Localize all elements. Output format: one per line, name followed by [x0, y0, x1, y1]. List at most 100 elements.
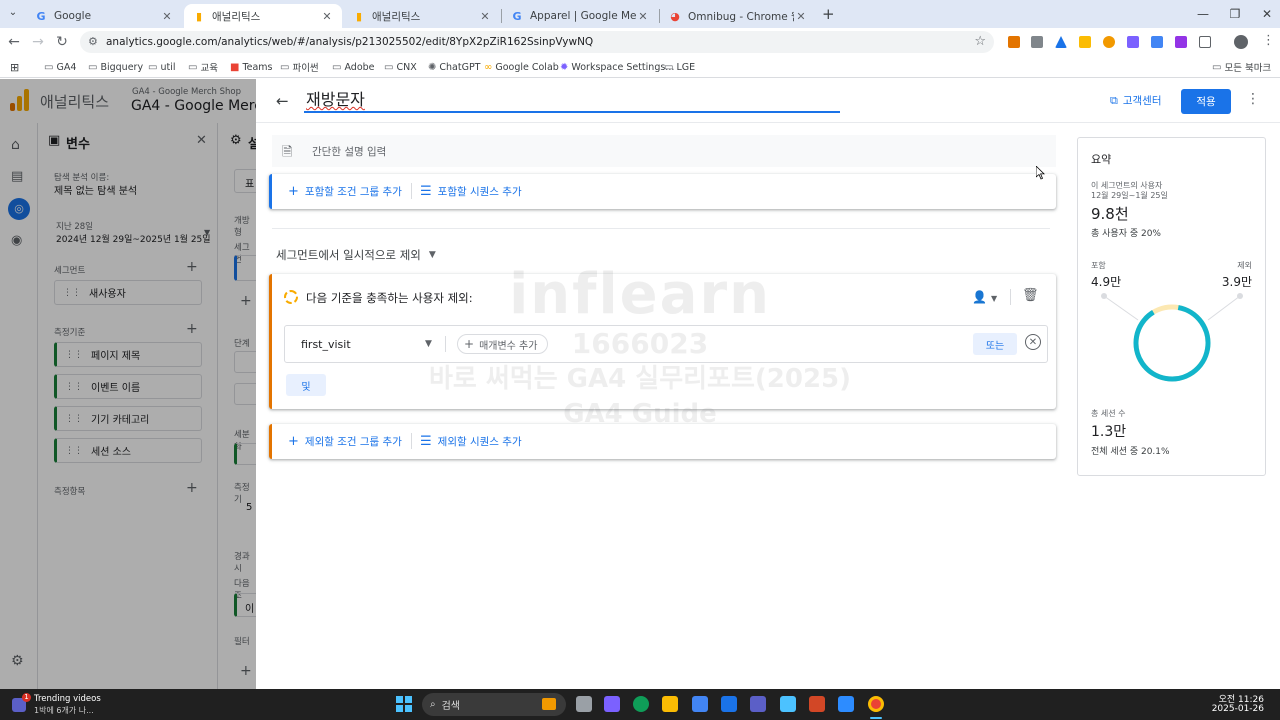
apps-grid-icon[interactable]: ⊞: [10, 59, 19, 75]
extension-icon[interactable]: [1103, 36, 1115, 48]
bookmark-workspace[interactable]: ✹ Workspace Settings...: [560, 59, 674, 75]
google-icon: G: [512, 9, 522, 23]
bookmark-ga4[interactable]: ▭ GA4: [44, 59, 76, 75]
tab-strip: ⌄ G Google ✕ ▮ 애널리틱스 ✕ ▮ 애널리틱스 ✕ G Appar…: [0, 0, 1280, 28]
tab-merch-shop[interactable]: G Apparel | Google Merch Shop ✕: [502, 4, 658, 28]
add-parameter-button[interactable]: + 매개변수 추가: [457, 334, 549, 354]
drive-extension-icon[interactable]: [1055, 36, 1067, 48]
bookmark-colab[interactable]: ∞ Google Colab: [484, 59, 559, 75]
outlook-icon[interactable]: [721, 696, 737, 712]
chrome-menu-icon[interactable]: ⋮: [1262, 33, 1275, 48]
apply-button[interactable]: 적용: [1181, 89, 1231, 114]
bookmark-adobe[interactable]: ▭ Adobe: [332, 59, 375, 75]
extension-icon[interactable]: [1127, 36, 1139, 48]
remove-condition-icon[interactable]: ✕: [1025, 334, 1041, 350]
pinned-app-icon[interactable]: [780, 696, 796, 712]
plus-icon: +: [288, 434, 299, 449]
add-include-group-button[interactable]: + 포함할 조건 그룹 추가: [288, 184, 402, 199]
back-arrow-icon[interactable]: ←: [276, 92, 289, 110]
more-options-icon[interactable]: ⋮: [1246, 91, 1260, 107]
camera-extension-icon[interactable]: [1031, 36, 1043, 48]
address-bar[interactable]: ⚙ analytics.google.com/analytics/web/#/a…: [80, 31, 994, 53]
start-windows-icon[interactable]: [396, 696, 412, 712]
caret-down-icon[interactable]: ▼: [425, 339, 432, 349]
new-tab-button[interactable]: +: [822, 5, 835, 23]
zoom-icon[interactable]: [838, 696, 854, 712]
extension-icon[interactable]: [1151, 36, 1163, 48]
all-bookmarks[interactable]: ▭ 모든 북마크: [1212, 59, 1271, 75]
edge-icon[interactable]: [633, 696, 649, 712]
search-icon: ⌕: [430, 699, 436, 710]
sessions-value: 1.3만: [1091, 424, 1127, 440]
modal-scrim[interactable]: [0, 79, 256, 689]
tab-google[interactable]: G Google ✕: [26, 4, 182, 28]
add-exclude-group-button[interactable]: + 제외할 조건 그룹 추가: [288, 434, 402, 449]
description-input[interactable]: 🗎 간단한 설명 입력: [272, 135, 1056, 167]
back-icon[interactable]: ←: [4, 32, 24, 52]
help-center-link[interactable]: ⧉ 고객센터: [1110, 93, 1162, 108]
news-subtitle: 1박에 6개가 나...: [34, 706, 94, 715]
bookmark-bigquery[interactable]: ▭ Bigquery: [88, 59, 143, 75]
include-conditions-card: + 포함할 조건 그룹 추가 ☰ 포함할 시퀀스 추가: [269, 174, 1056, 209]
profile-avatar[interactable]: [1234, 35, 1248, 49]
bookmark-chatgpt[interactable]: ✺ ChatGPT: [428, 59, 481, 75]
onenote-extension-icon[interactable]: [1175, 36, 1187, 48]
file-explorer-icon[interactable]: [662, 696, 678, 712]
store-icon[interactable]: [692, 696, 708, 712]
tab-analytics-active[interactable]: ▮ 애널리틱스 ✕: [184, 4, 342, 28]
taskview-icon[interactable]: [576, 696, 592, 712]
close-tab-icon[interactable]: ✕: [794, 10, 808, 23]
bookmark-teams[interactable]: ■ Teams: [230, 59, 273, 75]
bookmark-python[interactable]: ▭ 파이썬: [280, 59, 319, 75]
add-include-sequence-button[interactable]: ☰ 포함할 시퀀스 추가: [420, 184, 522, 199]
bookmark-cnx[interactable]: ▭ CNX: [384, 59, 417, 75]
exclude-groups-card: + 제외할 조건 그룹 추가 ☰ 제외할 시퀀스 추가: [269, 424, 1056, 459]
users-range: 12월 29일~1월 25일: [1091, 191, 1168, 200]
close-tab-icon[interactable]: ✕: [160, 10, 174, 23]
reload-icon[interactable]: ↻: [52, 32, 72, 52]
folder-icon: ▭: [1212, 61, 1222, 73]
extension-icon[interactable]: [1008, 36, 1020, 48]
news-widget[interactable]: 1 Trending videos 1박에 6개가 나...: [10, 693, 130, 717]
caret-down-icon: ▼: [428, 250, 436, 260]
segment-ring-chart: [1101, 293, 1243, 382]
forward-icon[interactable]: →: [28, 32, 48, 52]
sequence-icon: ☰: [420, 434, 432, 449]
teams-icon[interactable]: [750, 696, 766, 712]
bookmark-education[interactable]: ▭ 교육: [188, 59, 218, 75]
extensions-puzzle-icon[interactable]: [1199, 36, 1211, 48]
tab-analytics[interactable]: ▮ 애널리틱스 ✕: [344, 4, 500, 28]
close-tab-icon[interactable]: ✕: [320, 10, 334, 23]
close-tab-icon[interactable]: ✕: [478, 10, 492, 23]
bookmark-lge[interactable]: ▭ LGE: [664, 59, 695, 75]
close-window-icon[interactable]: ✕: [1250, 0, 1280, 28]
and-button[interactable]: 및: [286, 374, 326, 396]
restore-icon[interactable]: ❐: [1218, 0, 1252, 28]
tab-webstore[interactable]: ◕ Omnibug - Chrome 웹 스토어 ✕: [660, 4, 816, 28]
clock-date[interactable]: 2025-01-26: [1212, 704, 1264, 714]
tab-search-icon[interactable]: ⌄: [6, 7, 20, 21]
minimize-icon[interactable]: —: [1186, 0, 1220, 28]
site-info-icon[interactable]: ⚙: [88, 35, 98, 48]
temp-exclude-toggle[interactable]: 세그먼트에서 일시적으로 제외 ▼: [276, 247, 436, 263]
close-tab-icon[interactable]: ✕: [636, 10, 650, 23]
powerpoint-icon[interactable]: [809, 696, 825, 712]
exclude-condition-label: 다음 기준을 충족하는 사용자 제외:: [306, 291, 473, 305]
segment-name-input[interactable]: 재방문자: [304, 89, 840, 113]
person-icon: 👤: [972, 290, 987, 304]
taskbar-search[interactable]: ⌕ 검색: [422, 693, 566, 716]
exclude-condition-card: 다음 기준을 충족하는 사용자 제외: 👤 ▼ 🗑 first_visit ▼ +…: [269, 274, 1056, 409]
or-button[interactable]: 또는: [973, 333, 1017, 355]
bookmark-util[interactable]: ▭ util: [148, 59, 175, 75]
delete-icon[interactable]: 🗑: [1022, 288, 1039, 303]
user-scope-dropdown[interactable]: 👤 ▼: [972, 290, 997, 304]
extension-icon[interactable]: [1079, 36, 1091, 48]
add-exclude-sequence-button[interactable]: ☰ 제외할 시퀀스 추가: [420, 434, 522, 449]
copilot-icon[interactable]: [604, 696, 620, 712]
open-external-icon: ⧉: [1110, 93, 1118, 107]
analytics-icon: ▮: [195, 9, 203, 23]
chrome-taskbar-icon[interactable]: [868, 696, 884, 712]
bookmark-star-icon[interactable]: ☆: [974, 34, 986, 49]
active-app-indicator: [870, 717, 882, 719]
event-select[interactable]: first_visit: [301, 338, 351, 351]
